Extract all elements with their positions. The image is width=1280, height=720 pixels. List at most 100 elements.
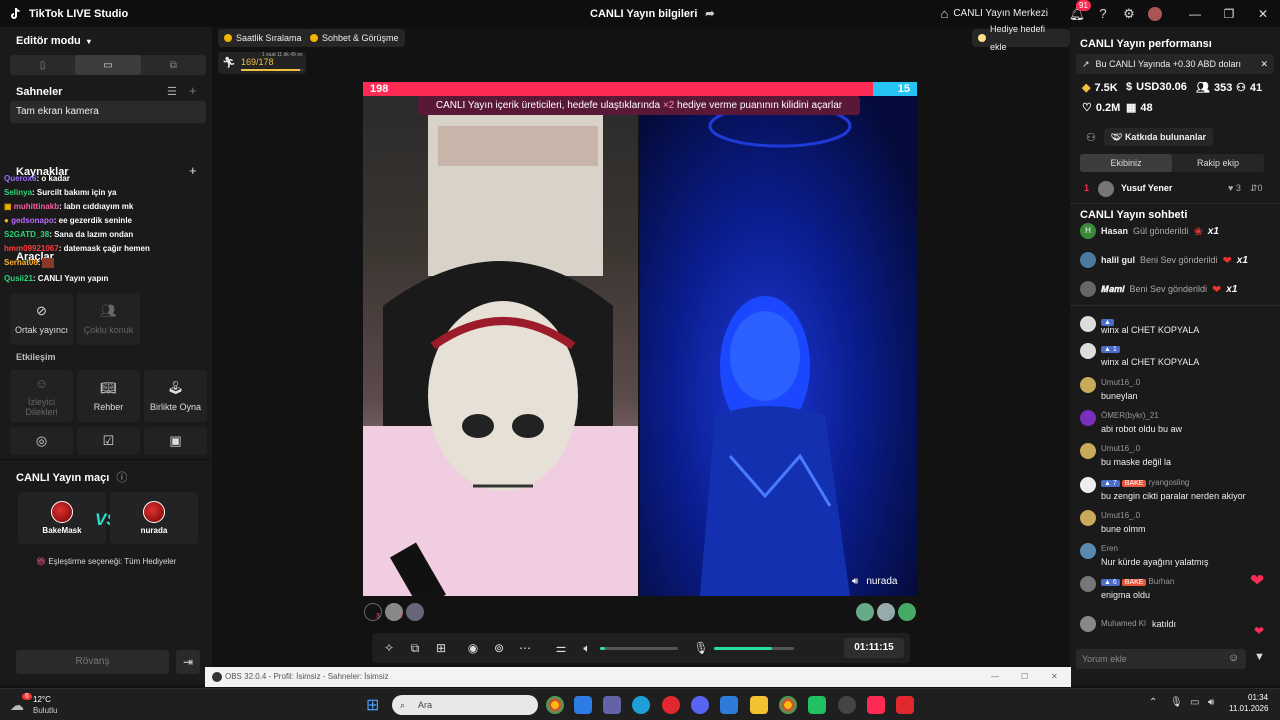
windows-start-icon[interactable]: ⊞: [366, 695, 379, 715]
contributor-row[interactable]: 1 Yusuf Yener ♥ 3 ⇵0: [1084, 181, 1270, 197]
home-icon[interactable]: ⌂: [940, 6, 948, 21]
viewer-requests-button[interactable]: ☺ İzleyici Dilekleri: [10, 370, 73, 422]
help-icon[interactable]: ?: [1090, 6, 1116, 21]
guide-label: Rehber: [93, 402, 124, 412]
score-left-value: 198: [370, 83, 389, 95]
contributors-button[interactable]: 🤝︎ Katkıda bulunanlar: [1104, 128, 1213, 146]
hourly-ranking-button[interactable]: Saatlik Sıralama: [218, 29, 308, 47]
progress-widget[interactable]: 🏃︎ 169/178 1 saat 11 dk 49 sn: [218, 52, 306, 74]
chat-text: enigma oldu: [1101, 590, 1151, 600]
speaker-volume-slider[interactable]: [600, 646, 678, 650]
matching-option[interactable]: 🎁︎ Eşleştirme seçeneği: Tüm Hediyeler: [36, 557, 176, 566]
magic-wand-icon[interactable]: ✧: [376, 641, 402, 655]
add-source-icon[interactable]: +: [189, 163, 197, 178]
maximize-icon[interactable]: ❐: [1212, 7, 1246, 21]
emoji-icon[interactable]: ☺: [1228, 652, 1239, 664]
add-scene-icon[interactable]: +: [189, 83, 197, 98]
obs-window-bar[interactable]: OBS 32.0.4 - Profil: İsimsiz - Sahneler:…: [205, 667, 1071, 687]
close-icon[interactable]: ✕: [1051, 667, 1058, 687]
avatar[interactable]: [1142, 6, 1168, 22]
microphone-icon[interactable]: 🎙︎: [1170, 697, 1183, 708]
volume-icon[interactable]: 🔊︎: [1208, 697, 1214, 708]
share-icon[interactable]: ➦: [705, 7, 714, 20]
help-icon[interactable]: ⓘ: [116, 472, 127, 484]
level-value: 1: [1112, 346, 1117, 353]
speaker-icon[interactable]: 🔈︎: [574, 641, 600, 656]
opponent-left-card[interactable]: BakeMask: [18, 492, 106, 544]
opponent-right-card[interactable]: nurada: [110, 492, 198, 544]
co-host-button[interactable]: ⊘ Ortak yayıncı: [10, 293, 73, 345]
microphone-icon[interactable]: 🎙︎: [688, 641, 714, 655]
gear-icon[interactable]: ⚙: [1116, 6, 1142, 22]
chat-text: bu maske değil la: [1101, 457, 1172, 467]
exit-match-icon[interactable]: ⇥: [176, 650, 200, 674]
filter-icon[interactable]: ▼: [1254, 651, 1265, 663]
guide-button[interactable]: 📖︎ Rehber: [77, 370, 140, 422]
capture-icon[interactable]: ⊚: [486, 641, 512, 655]
obs-icon[interactable]: [838, 696, 856, 714]
tab-rival-team[interactable]: Rakip ekip: [1172, 154, 1264, 172]
avatar[interactable]: [856, 603, 874, 621]
rose-icon: ❀: [1193, 225, 1203, 238]
chrome-icon[interactable]: [546, 696, 564, 714]
gift-action: Beni Sev gönderildi: [1140, 255, 1218, 265]
chat-meet-button[interactable]: Sohbet & Görüşme: [304, 29, 405, 47]
live-center-link[interactable]: CANLI Yayın Merkezi: [953, 8, 1048, 19]
minimize-icon[interactable]: —: [1178, 7, 1212, 21]
edge-icon[interactable]: [632, 696, 650, 714]
gift-multiplier: x1: [1226, 283, 1238, 295]
gift-action: Beni Sev gönderildi: [1129, 284, 1208, 294]
network-icon[interactable]: ▭: [1190, 697, 1199, 708]
multi-guest-button[interactable]: 👥︎ Çoklu konuk: [77, 293, 140, 345]
play-together-button[interactable]: 🕹︎ Birlikte Oyna: [144, 370, 207, 422]
opera-icon[interactable]: [662, 696, 680, 714]
store-icon[interactable]: [574, 696, 592, 714]
tool-card[interactable]: ▣: [144, 427, 207, 455]
tab-your-team[interactable]: Ekibiniz: [1080, 154, 1172, 172]
trend-icon: ↗: [1082, 58, 1090, 69]
tool-card[interactable]: ◎: [10, 427, 73, 455]
landscape-layout-icon[interactable]: ▭: [75, 55, 141, 75]
mic-volume-slider[interactable]: [714, 646, 794, 650]
add-media-icon[interactable]: ⊞: [428, 641, 454, 655]
discord-icon[interactable]: [691, 696, 709, 714]
record-icon[interactable]: ◉: [460, 641, 486, 655]
speaker-icon[interactable]: 🔊︎: [852, 576, 858, 587]
more-icon[interactable]: ⋯: [512, 641, 538, 655]
gift-goal-button[interactable]: Hediye hedefi ekle: [972, 24, 1070, 52]
tiktok-icon[interactable]: [867, 696, 885, 714]
taskbar-search[interactable]: ⌕ Ara: [392, 695, 538, 715]
rematch-button[interactable]: Rövanş: [16, 650, 169, 674]
avatar[interactable]: [898, 603, 916, 621]
list-icon[interactable]: ☰: [167, 85, 177, 98]
add-user-icon[interactable]: ⚇: [1086, 131, 1096, 144]
live-info-title[interactable]: CANLI Yayın bilgileri ➦: [590, 7, 715, 21]
camera-switch-icon[interactable]: ⧉: [402, 641, 428, 656]
scene-item[interactable]: Tam ekran kamera: [10, 101, 206, 123]
multi-layout-icon[interactable]: ⧉: [141, 55, 206, 75]
teams-icon[interactable]: [603, 696, 621, 714]
tool-card[interactable]: ☑: [77, 427, 140, 455]
chat-text: buneylan: [1101, 391, 1138, 401]
maximize-icon[interactable]: ☐: [1021, 667, 1028, 687]
opponent-cam-name: 🔊︎ nurada: [852, 576, 897, 587]
editor-mode-dropdown[interactable]: Editör modu ▾: [16, 35, 91, 47]
portrait-layout-icon[interactable]: ▯: [10, 55, 75, 75]
minimize-icon[interactable]: —: [991, 667, 999, 687]
chat-username: Umut16_.0: [1101, 378, 1141, 387]
mail-icon[interactable]: [720, 696, 738, 714]
close-icon[interactable]: ✕: [1260, 59, 1268, 70]
close-icon[interactable]: ✕: [1246, 7, 1280, 21]
chevron-up-icon[interactable]: ⌃: [1149, 697, 1157, 708]
youtube-icon[interactable]: [896, 696, 914, 714]
whatsapp-icon[interactable]: [808, 696, 826, 714]
folder-icon[interactable]: [750, 696, 768, 714]
settings-slider-icon[interactable]: ⚌: [548, 641, 574, 655]
clock-date[interactable]: 11.01.2026: [1229, 704, 1268, 713]
bell-icon[interactable]: 🔔︎ 91: [1064, 0, 1091, 22]
clock-time[interactable]: 01:34: [1248, 693, 1268, 702]
avatar: [1098, 181, 1114, 197]
chrome-icon[interactable]: [779, 696, 797, 714]
avatar[interactable]: [406, 603, 424, 621]
comment-input[interactable]: Yorum ekle: [1076, 649, 1246, 669]
